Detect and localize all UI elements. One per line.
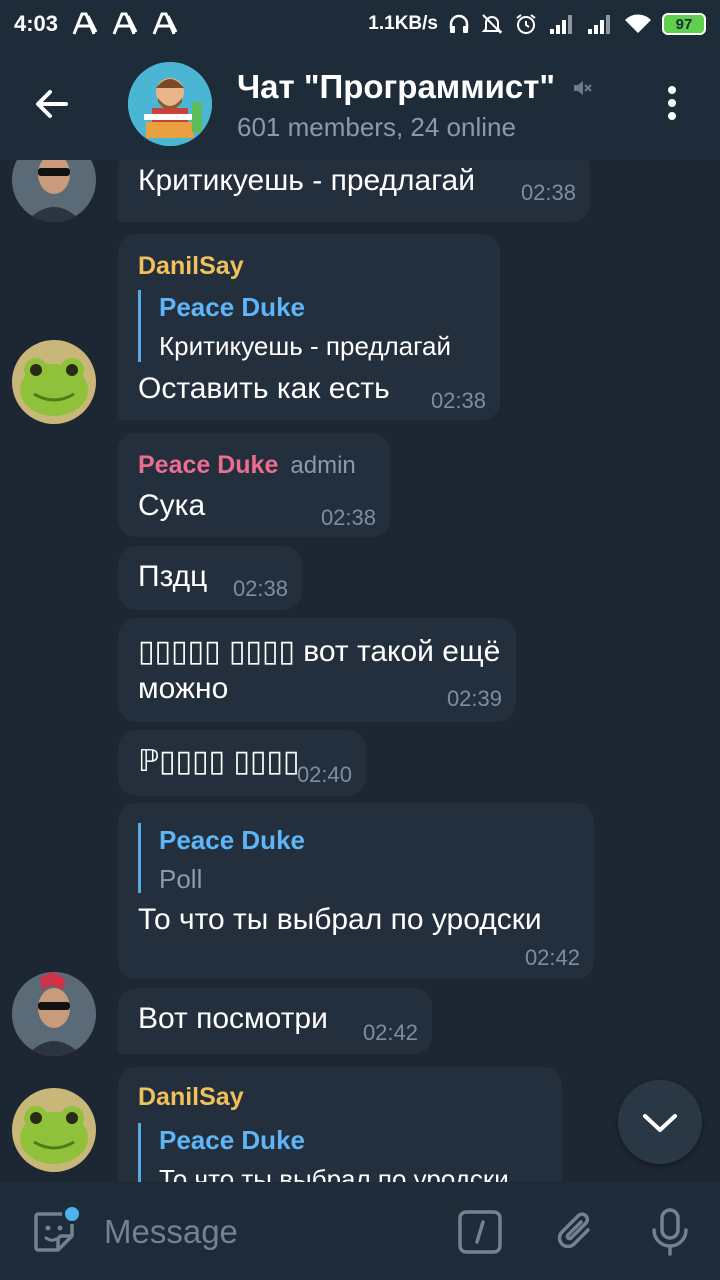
muted-speaker-icon — [574, 81, 592, 95]
reply-preview[interactable]: Peace Duke Poll — [138, 823, 305, 894]
message-time: 02:38 — [320, 505, 376, 530]
user-avatar[interactable] — [12, 972, 96, 1056]
a-icon — [112, 12, 138, 35]
headphones-icon — [449, 14, 469, 33]
status-time: 4:03 — [14, 11, 59, 36]
message-bubble[interactable]: ▯▯▯▯▯ ▯▯▯▯ вот такой ещё можно 02:39 — [118, 618, 516, 722]
message-text: можно — [138, 672, 229, 705]
reply-author: Peace Duke — [159, 292, 305, 322]
reply-author: Peace Duke — [159, 1125, 305, 1155]
a-icon — [152, 12, 178, 35]
message-text: Критикуешь - предлагай — [138, 164, 475, 197]
sender-name-text: Peace Duke — [138, 451, 279, 479]
sender-name[interactable]: DanilSay — [138, 1083, 244, 1112]
wifi-icon — [625, 14, 651, 33]
chat-header: Чат "Программист" 601 members, 24 online — [0, 48, 720, 160]
battery-indicator: 97 — [662, 13, 706, 35]
chat-title: Чат "Программист" — [237, 68, 556, 105]
user-avatar[interactable] — [12, 1088, 96, 1172]
message-list[interactable]: Критикуешь - предлагай 02:38 DanilSay Pe… — [0, 160, 720, 1182]
more-options-icon[interactable] — [660, 82, 684, 126]
admin-badge: admin — [290, 452, 356, 479]
message-text: ▯▯▯▯▯ ▯▯▯▯ вот такой ещё — [138, 635, 501, 668]
message-bubble[interactable]: Peace Duke Poll То что ты выбрал по урод… — [118, 803, 594, 979]
reply-author: Peace Duke — [159, 825, 305, 855]
message-text: Вот посмотри — [138, 1002, 328, 1035]
message-time: 02:40 — [296, 762, 352, 787]
reply-text: То что ты выбрал по уродски — [159, 1164, 509, 1182]
user-avatar[interactable] — [12, 160, 96, 222]
message-time: 02:42 — [524, 945, 580, 970]
message-time: 02:38 — [430, 388, 486, 413]
message-text: Сука — [138, 489, 206, 522]
frog-photo — [12, 1088, 96, 1172]
back-arrow-icon[interactable] — [30, 82, 74, 126]
message-text: То что ты выбрал по уродски — [138, 903, 542, 936]
message-bubble[interactable]: DanilSay Peace Duke Критикуешь - предлаг… — [118, 234, 500, 420]
message-composer — [0, 1182, 720, 1280]
message-time: 02:38 — [232, 576, 288, 601]
reply-preview[interactable]: Peace Duke То что ты выбрал по уродски — [138, 1123, 509, 1182]
message-time: 02:42 — [362, 1020, 418, 1045]
programmer-illustration — [128, 62, 212, 146]
scroll-to-bottom-button[interactable] — [618, 1080, 702, 1164]
message-text: Оставить как есть — [138, 372, 390, 405]
alarm-icon — [516, 14, 536, 34]
user-photo — [12, 160, 96, 222]
bell-off-icon — [481, 14, 503, 34]
sender-name[interactable]: DanilSay — [138, 252, 244, 281]
signal-icon — [588, 15, 610, 34]
message-time: 02:39 — [446, 686, 502, 711]
new-stickers-dot — [62, 1204, 82, 1224]
attach-paperclip-icon[interactable] — [552, 1208, 600, 1256]
group-avatar[interactable] — [128, 62, 212, 146]
message-input[interactable] — [104, 1204, 424, 1260]
reply-preview[interactable]: Peace Duke Критикуешь - предлагай — [138, 290, 451, 362]
message-bubble[interactable]: Критикуешь - предлагай 02:38 — [118, 160, 590, 222]
bot-command-icon[interactable] — [458, 1210, 502, 1254]
message-bubble[interactable]: ℙ▯▯▯▯ ▯▯▯▯ 02:40 — [118, 730, 366, 796]
microphone-icon[interactable] — [646, 1206, 694, 1258]
message-text: Пздц — [138, 560, 208, 593]
signal-icon — [550, 15, 572, 34]
message-text: ℙ▯▯▯▯ ▯▯▯▯ — [138, 745, 300, 778]
a-icon — [72, 12, 98, 35]
status-bar: 4:03 1.1KB/s 97 — [0, 0, 720, 48]
message-bubble[interactable]: Вот посмотри 02:42 — [118, 988, 432, 1054]
user-avatar[interactable] — [12, 340, 96, 424]
sender-name[interactable]: Peace Duke admin — [138, 451, 356, 480]
message-bubble[interactable]: DanilSay Peace Duke То что ты выбрал по … — [118, 1067, 562, 1182]
net-speed: 1.1KB/s — [368, 13, 438, 34]
members-count: 601 members, 24 online — [237, 112, 516, 142]
reply-text: Poll — [159, 864, 203, 894]
message-bubble[interactable]: Пздц 02:38 — [118, 546, 302, 610]
message-time: 02:38 — [520, 180, 576, 205]
message-bubble[interactable]: Peace Duke admin Сука 02:38 — [118, 433, 390, 537]
reply-text: Критикуешь - предлагай — [159, 331, 452, 361]
chevron-down-icon — [643, 1114, 677, 1132]
user-photo — [12, 972, 96, 1056]
frog-photo — [12, 340, 96, 424]
